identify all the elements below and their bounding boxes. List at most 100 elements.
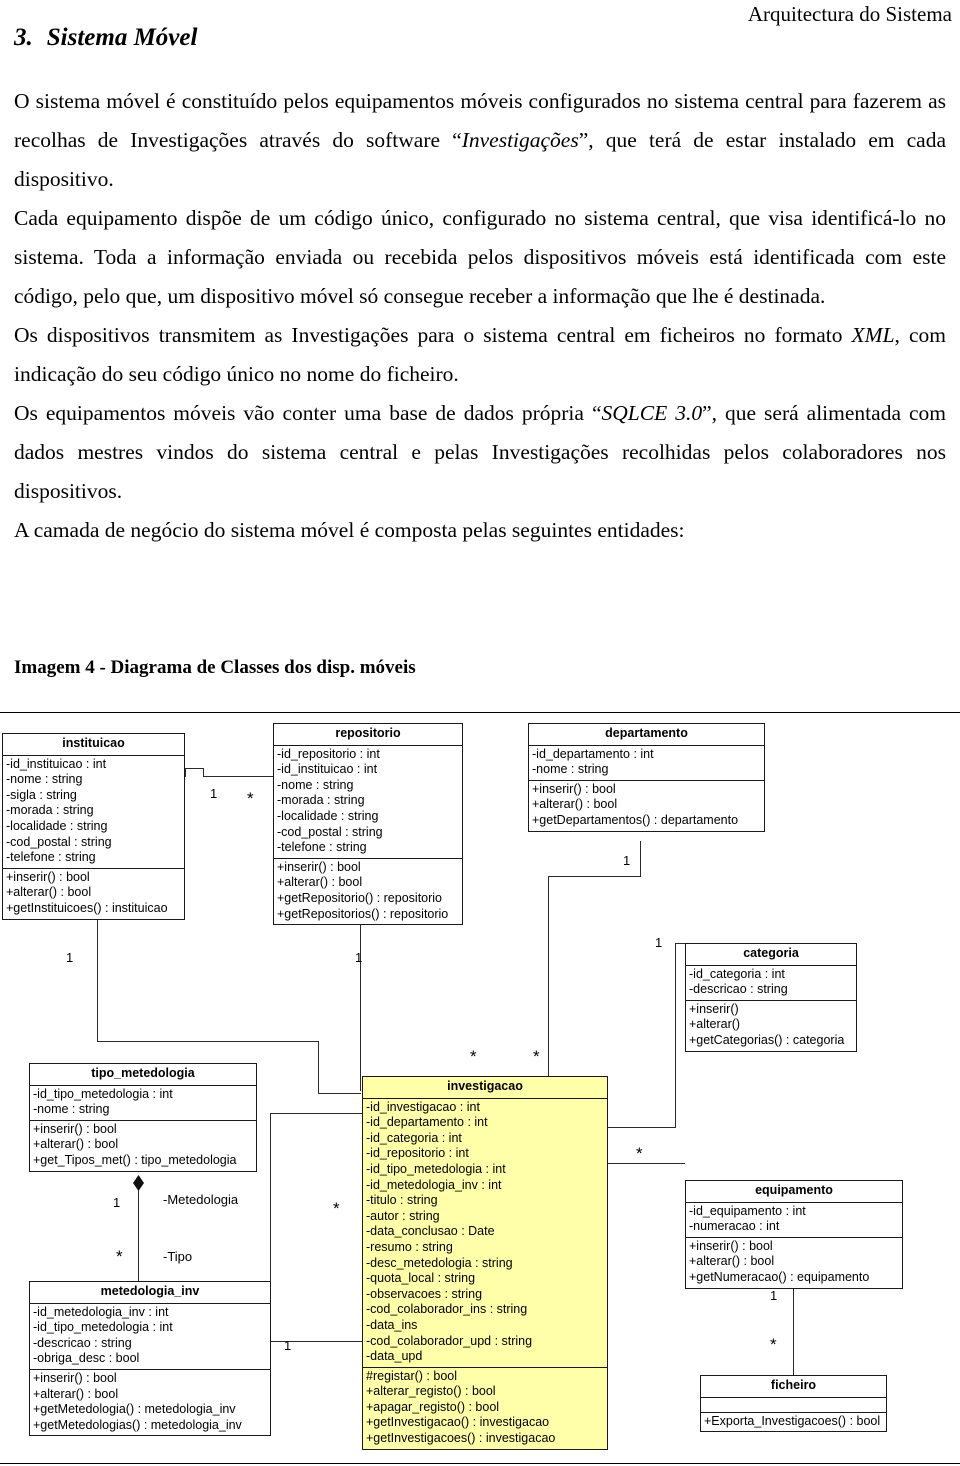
multiplicity-label: 1 (655, 935, 663, 950)
multiplicity-label: * (247, 789, 254, 808)
multiplicity-label: 1 (66, 950, 74, 965)
attribute: -id_metedologia_inv : int (33, 1304, 169, 1319)
methods-compartment: +inserir() : bool +alterar() : bool +get… (3, 869, 184, 919)
uml-class-ficheiro: ficheiro +Exporta_Investigacoes() : bool (700, 1375, 887, 1433)
class-name: departamento (529, 724, 764, 746)
attributes-compartment: -id_metedologia_inv : int -id_tipo_meted… (30, 1304, 270, 1370)
uml-class-investigacao: investigacao -id_investigacao : int -id_… (362, 1076, 608, 1450)
method: +alterar() : bool (33, 1137, 119, 1152)
paragraph-4: Os equipamentos móveis vão conter uma ba… (14, 394, 946, 511)
attributes-compartment: -id_instituicao : int -nome : string -si… (3, 756, 184, 869)
paragraph-1-emphasis: Investigações (461, 128, 579, 152)
multiplicity-label: * (636, 1144, 643, 1163)
connector (185, 768, 203, 769)
attribute: -id_equipamento : int (689, 1203, 806, 1218)
attributes-compartment: -id_tipo_metedologia : int -nome : strin… (30, 1086, 256, 1121)
method: +getMetedologia() : metedologia_inv (33, 1402, 236, 1417)
connector (318, 1041, 319, 1093)
attribute: -id_tipo_metedologia : int (33, 1320, 173, 1335)
paragraph-4-part-a: Os equipamentos móveis vão conter uma ba… (14, 401, 602, 425)
connector (608, 1127, 676, 1128)
multiplicity-label: * (533, 1047, 540, 1066)
attribute: -id_instituicao : int (277, 762, 378, 777)
method: +inserir() : bool (6, 869, 90, 884)
attribute: -telefone : string (277, 840, 367, 855)
connector (138, 1181, 139, 1293)
attribute: -id_categoria : int (689, 966, 785, 981)
method: +apagar_registo() : bool (366, 1399, 500, 1414)
method: +getInstituicoes() : instituicao (6, 900, 168, 915)
attribute: -descricao : string (33, 1335, 132, 1350)
method: +alterar() (689, 1017, 741, 1032)
connector (675, 943, 685, 944)
method: +getInvestigacoes() : investigacao (366, 1431, 556, 1446)
class-diagram: instituicao -id_instituicao : int -nome … (0, 712, 960, 1464)
paragraph-2: Cada equipamento dispõe de um código úni… (14, 206, 946, 308)
connector (203, 768, 204, 776)
uml-class-departamento: departamento -id_departamento : int -nom… (528, 723, 765, 832)
section-title-text: Sistema Móvel (46, 24, 198, 51)
uml-class-repositorio: repositorio -id_repositorio : int -id_in… (273, 723, 463, 926)
uml-class-metedologia-inv: metedologia_inv -id_metedologia_inv : in… (29, 1281, 271, 1437)
connector (97, 1041, 318, 1042)
method: +inserir() : bool (277, 859, 361, 874)
attribute: -observacoes : string (366, 1286, 483, 1301)
attribute: -cod_postal : string (277, 824, 383, 839)
attribute: -resumo : string (366, 1239, 453, 1254)
method: +alterar_registo() : bool (366, 1384, 496, 1399)
multiplicity-label: 1 (770, 1288, 778, 1303)
attributes-compartment: -id_categoria : int -descricao : string (686, 966, 856, 1001)
method: +Exporta_Investigacoes() : bool (704, 1413, 881, 1428)
methods-compartment: +inserir() : bool +alterar() : bool +get… (529, 781, 764, 831)
attribute: -nome : string (532, 762, 609, 777)
attribute: -data_conclusao : Date (366, 1224, 495, 1239)
composition-diamond-icon (133, 1175, 144, 1191)
attribute: -id_investigacao : int (366, 1099, 480, 1114)
attributes-compartment: -id_departamento : int -nome : string (529, 746, 764, 781)
class-name: repositorio (274, 724, 462, 746)
class-name: metedologia_inv (30, 1282, 270, 1304)
role-label-tipo: -Tipo (163, 1249, 193, 1264)
methods-compartment: +inserir() +alterar() +getCategorias() :… (686, 1001, 856, 1051)
uml-class-tipo-metedologia: tipo_metedologia -id_tipo_metedologia : … (29, 1063, 257, 1172)
methods-compartment: +inserir() : bool +alterar() : bool +get… (30, 1121, 256, 1171)
multiplicity-label: 1 (355, 950, 363, 965)
connector (548, 876, 641, 877)
attribute: -desc_metedologia : string (366, 1255, 513, 1270)
attribute: -titulo : string (366, 1193, 438, 1208)
attribute: -nome : string (6, 772, 83, 787)
attribute: -morada : string (6, 803, 94, 818)
attribute: -cod_colaborador_ins : string (366, 1302, 528, 1317)
method: +getDepartamentos() : departamento (532, 812, 739, 827)
paragraph-3: Os dispositivos transmitem as Investigaç… (14, 316, 946, 394)
section-number: 3. (14, 24, 33, 51)
attribute: -localidade : string (6, 818, 108, 833)
methods-compartment: +inserir() : bool +alterar() : bool +get… (686, 1238, 902, 1288)
connector (203, 776, 273, 777)
connector (608, 1163, 685, 1164)
multiplicity-label: * (333, 1199, 340, 1218)
attribute: -sigla : string (6, 787, 77, 802)
methods-compartment: +inserir() : bool +alterar() : bool +get… (30, 1370, 270, 1435)
method: +alterar() : bool (33, 1386, 119, 1401)
connector (185, 768, 186, 777)
attribute: -localidade : string (277, 808, 379, 823)
connector (97, 913, 98, 1041)
page-title: 3. Sistema Móvel (14, 24, 197, 52)
paragraph-4-emphasis: SQLCE 3.0 (601, 401, 703, 425)
attribute: -id_repositorio : int (366, 1146, 469, 1161)
methods-compartment: +Exporta_Investigacoes() : bool (701, 1413, 886, 1432)
multiplicity-label: 1 (623, 853, 631, 868)
method: +inserir() : bool (33, 1121, 117, 1136)
attribute: -morada : string (277, 793, 365, 808)
attribute: -descricao : string (689, 982, 788, 997)
uml-class-instituicao: instituicao -id_instituicao : int -nome … (2, 733, 185, 920)
class-name: categoria (686, 944, 856, 966)
attributes-compartment: -id_repositorio : int -id_instituicao : … (274, 746, 462, 859)
attribute: -id_tipo_metedologia : int (33, 1086, 173, 1101)
multiplicity-label: 1 (284, 1338, 292, 1353)
attribute: -data_ins (366, 1317, 418, 1332)
attribute: -autor : string (366, 1208, 440, 1223)
uml-class-categoria: categoria -id_categoria : int -descricao… (685, 943, 857, 1052)
role-label-metedologia: -Metedologia (163, 1192, 239, 1207)
